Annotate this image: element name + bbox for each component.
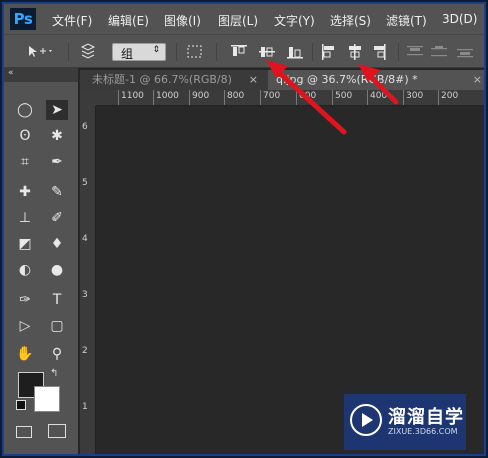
ruler-corner[interactable] [80, 90, 96, 106]
document-tabs: 未标题-1 @ 66.7%(RGB/8) × q.jpg @ 36.7%(RGB… [80, 70, 484, 90]
watermark: 溜溜自学 ZIXUE.3D66.COM [344, 394, 466, 450]
hand-tool-icon[interactable]: ✋ [14, 344, 36, 364]
menu-file[interactable]: 文件(F) [52, 12, 92, 29]
tab-label: q.jpg @ 36.7%(RGB/8#) * [276, 73, 418, 86]
background-color-swatch[interactable] [34, 386, 60, 412]
align-bottom-edges-icon[interactable] [286, 43, 304, 61]
type-tool-icon[interactable]: T [46, 290, 68, 310]
default-colors-icon[interactable] [16, 400, 26, 410]
zoom-tool-icon[interactable]: ⚲ [46, 344, 68, 364]
horizontal-ruler[interactable]: 1100 1000 900 800 700 600 500 400 300 20… [96, 90, 484, 106]
brush-tool-icon[interactable]: ✎ [46, 182, 68, 202]
tab-untitled-1[interactable]: 未标题-1 @ 66.7%(RGB/8) × [84, 70, 264, 90]
collapse-icon[interactable]: « [8, 68, 14, 78]
close-icon[interactable]: × [249, 70, 258, 90]
eyedropper-tool-icon[interactable]: ✒ [46, 152, 68, 172]
app-logo: Ps [10, 8, 36, 30]
healing-brush-tool-icon[interactable]: ✚ [14, 182, 36, 202]
paint-bucket-tool-icon[interactable]: ♦ [46, 234, 68, 254]
menu-filter[interactable]: 滤镜(T) [386, 12, 427, 29]
photoshop-window: Ps 文件(F) 编辑(E) 图像(I) 图层(L) 文字(Y) 选择(S) 滤… [2, 2, 486, 456]
tools-panel-header[interactable]: « [4, 68, 78, 82]
tab-label: 未标题-1 @ 66.7%(RGB/8) [92, 73, 232, 86]
eraser-tool-icon[interactable]: ◩ [14, 234, 36, 254]
auto-select-value: 组 [121, 47, 134, 61]
distribute-top-icon[interactable] [406, 43, 424, 61]
quick-mask-icon[interactable] [16, 426, 32, 438]
lasso-tool-icon[interactable]: ʘ [14, 126, 36, 146]
close-icon[interactable]: × [473, 70, 482, 90]
align-right-edges-icon[interactable] [370, 43, 388, 61]
magic-wand-tool-icon[interactable]: ✱ [46, 126, 68, 146]
blur-tool-icon[interactable]: ◐ [14, 260, 36, 280]
menu-3d[interactable]: 3D(D) [442, 12, 477, 26]
tools-panel: « ◯ ➤ ʘ ✱ ⌗ ✒ ✚ ✎ ⊥ ✐ ◩ ♦ ◐ ● ✑ T ▷ ▢ ✋ … [4, 68, 78, 454]
options-bar: 组 ⇕ [4, 34, 484, 68]
transform-controls-icon[interactable] [186, 44, 204, 60]
chevron-updown-icon: ⇕ [152, 45, 160, 55]
distribute-bottom-icon[interactable] [456, 43, 474, 61]
align-horizontal-centers-icon[interactable] [346, 43, 364, 61]
pen-tool-icon[interactable]: ✑ [14, 290, 36, 310]
path-selection-tool-icon[interactable]: ▷ [14, 316, 36, 336]
auto-select-icon[interactable] [78, 43, 98, 61]
tab-q-jpg[interactable]: q.jpg @ 36.7%(RGB/8#) * × [268, 70, 484, 90]
rectangle-tool-icon[interactable]: ▢ [46, 316, 68, 336]
swap-colors-icon[interactable]: ↰ [50, 368, 58, 379]
history-brush-tool-icon[interactable]: ✐ [46, 208, 68, 228]
distribute-vertical-centers-icon[interactable] [430, 43, 448, 61]
menu-image[interactable]: 图像(I) [164, 12, 201, 29]
clone-stamp-tool-icon[interactable]: ⊥ [14, 208, 36, 228]
crop-tool-icon[interactable]: ⌗ [14, 152, 36, 172]
align-vertical-centers-icon[interactable] [258, 43, 276, 61]
menu-bar: Ps 文件(F) 编辑(E) 图像(I) 图层(L) 文字(Y) 选择(S) 滤… [4, 4, 484, 34]
move-tool-icon[interactable]: ➤ [46, 100, 68, 120]
marquee-tool-icon[interactable]: ◯ [14, 100, 36, 120]
align-left-edges-icon[interactable] [320, 43, 338, 61]
screen-mode-icon[interactable] [48, 424, 66, 438]
menu-select[interactable]: 选择(S) [330, 12, 371, 29]
vertical-ruler[interactable]: 6 5 4 3 2 1 [80, 106, 96, 454]
menu-layer[interactable]: 图层(L) [218, 12, 258, 29]
menu-type[interactable]: 文字(Y) [274, 12, 315, 29]
watermark-title: 溜溜自学 [388, 407, 464, 428]
align-top-edges-icon[interactable] [230, 43, 248, 61]
move-tool-preset-icon[interactable] [26, 44, 54, 60]
auto-select-dropdown[interactable]: 组 ⇕ [112, 43, 166, 61]
play-logo-icon [350, 404, 382, 436]
menu-edit[interactable]: 编辑(E) [108, 12, 149, 29]
dodge-tool-icon[interactable]: ● [46, 260, 68, 280]
watermark-url: ZIXUE.3D66.COM [388, 427, 458, 436]
